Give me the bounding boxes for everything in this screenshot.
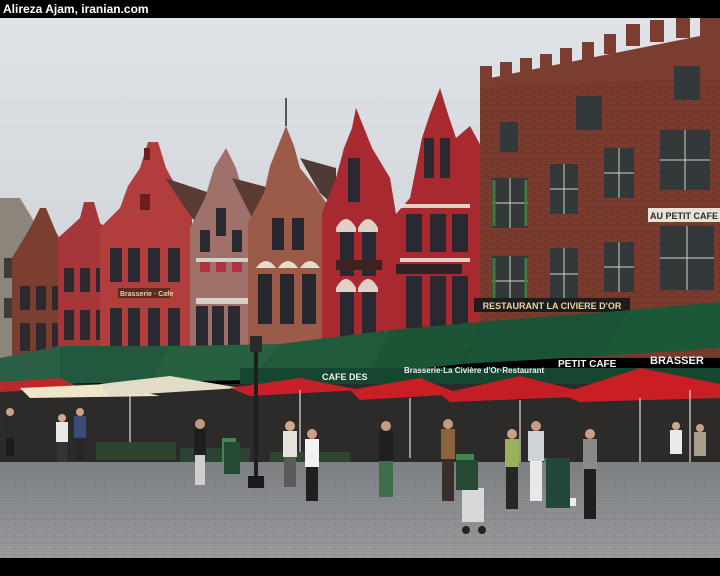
sign-brasserie-civiere: Brasserie·La Civière d'Or·Restaurant [404, 366, 545, 375]
sign-petit-cafe: PETIT CAFE [558, 359, 617, 370]
sign-brasserie-cafe: Brasserie · Cafe [120, 291, 173, 298]
sign-cafe-upper: AU PETIT CAFE [650, 211, 718, 221]
photo-credit: Alireza Ajam, iranian.com [3, 2, 149, 16]
photo-scene: AU PETIT CAFE RESTAURANT LA CIVIERE D'OR… [0, 18, 720, 558]
sign-cafe-des: CAFE DES [322, 372, 368, 382]
market-square-photo: AU PETIT CAFE RESTAURANT LA CIVIERE D'OR… [0, 18, 720, 558]
bottom-black-bar [0, 558, 720, 576]
top-caption-bar: Alireza Ajam, iranian.com [0, 0, 720, 18]
sign-restaurant-civiere: RESTAURANT LA CIVIERE D'OR [483, 301, 622, 311]
sign-brasserie: BRASSER [650, 355, 704, 367]
